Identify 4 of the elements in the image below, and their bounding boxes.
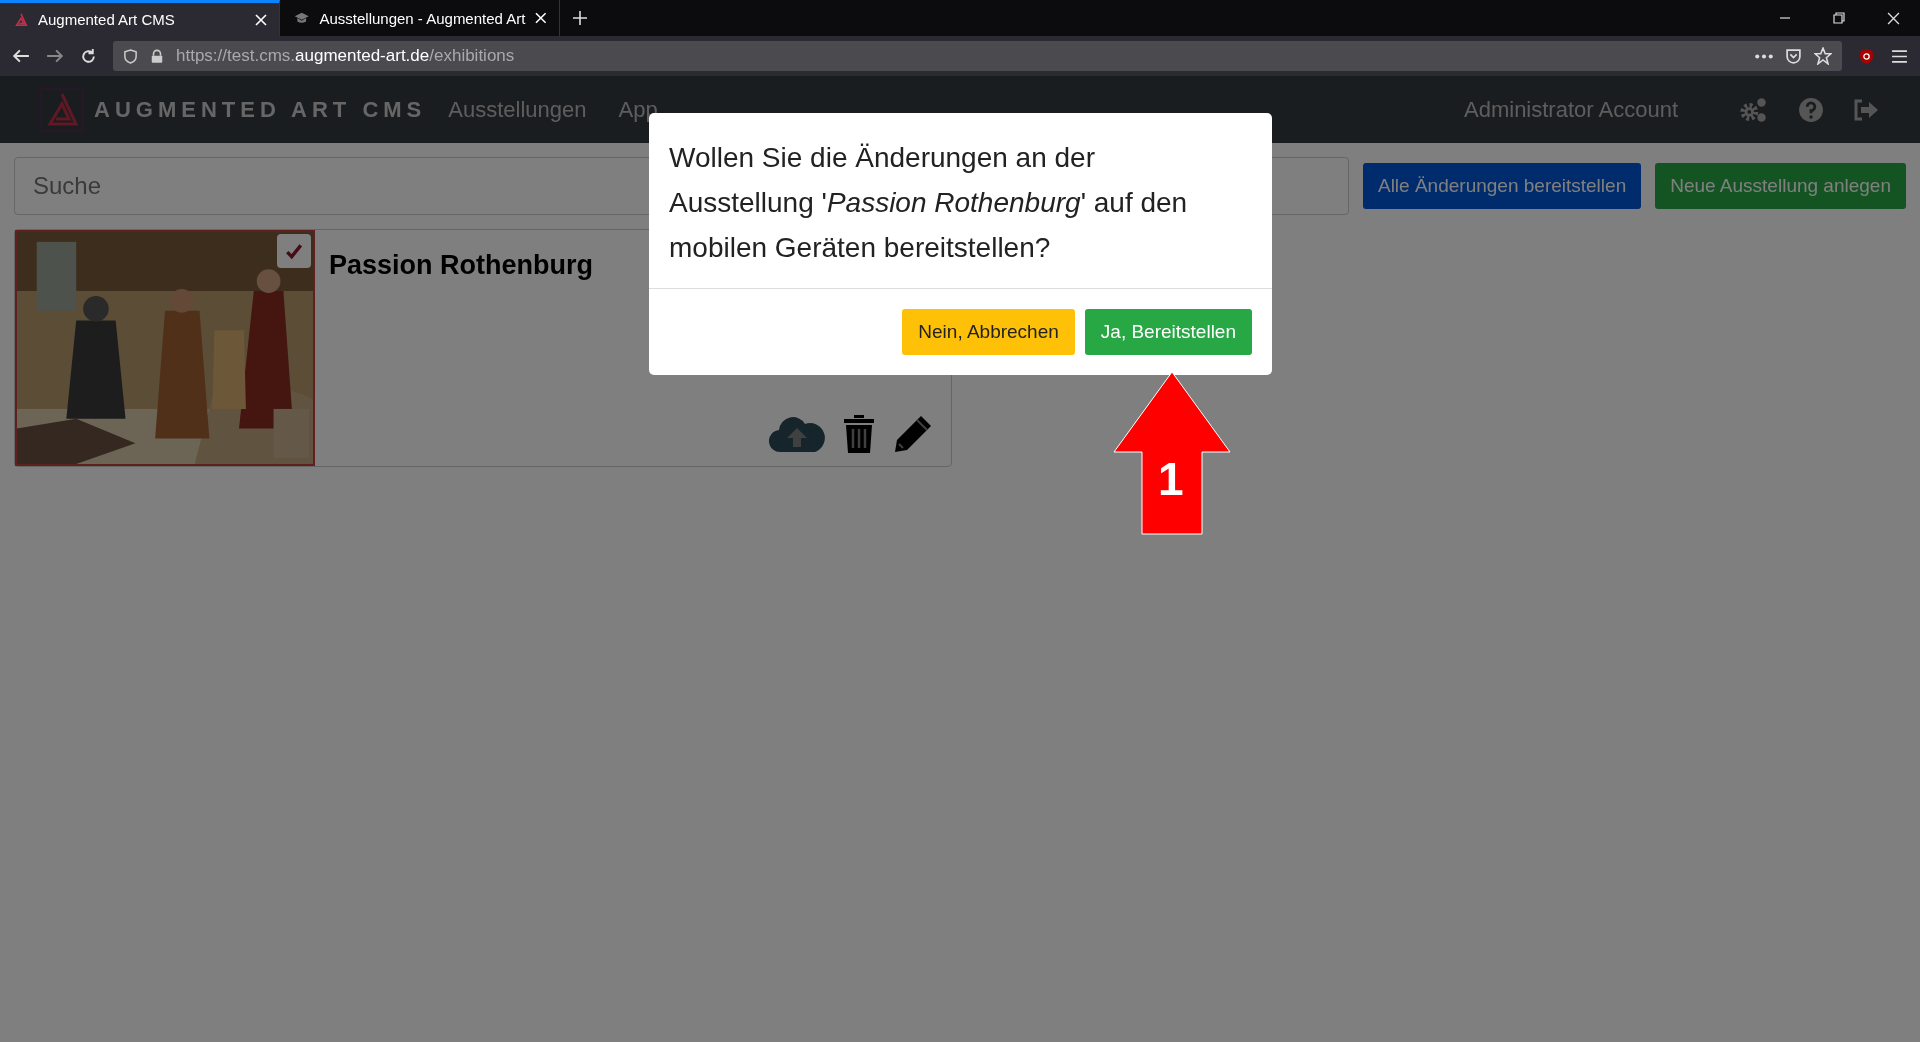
- dialog-message: Wollen Sie die Änderungen an der Ausstellung 'Passion Rothenburg' auf den mobilen Geräten bereitstellen?: [649, 113, 1272, 289]
- exhibition-title: Passion Rothenburg: [329, 250, 594, 281]
- url-text: https://test.cms.augmented-art.de/exhibitions: [176, 46, 515, 66]
- annotation-number: 1: [1158, 452, 1184, 506]
